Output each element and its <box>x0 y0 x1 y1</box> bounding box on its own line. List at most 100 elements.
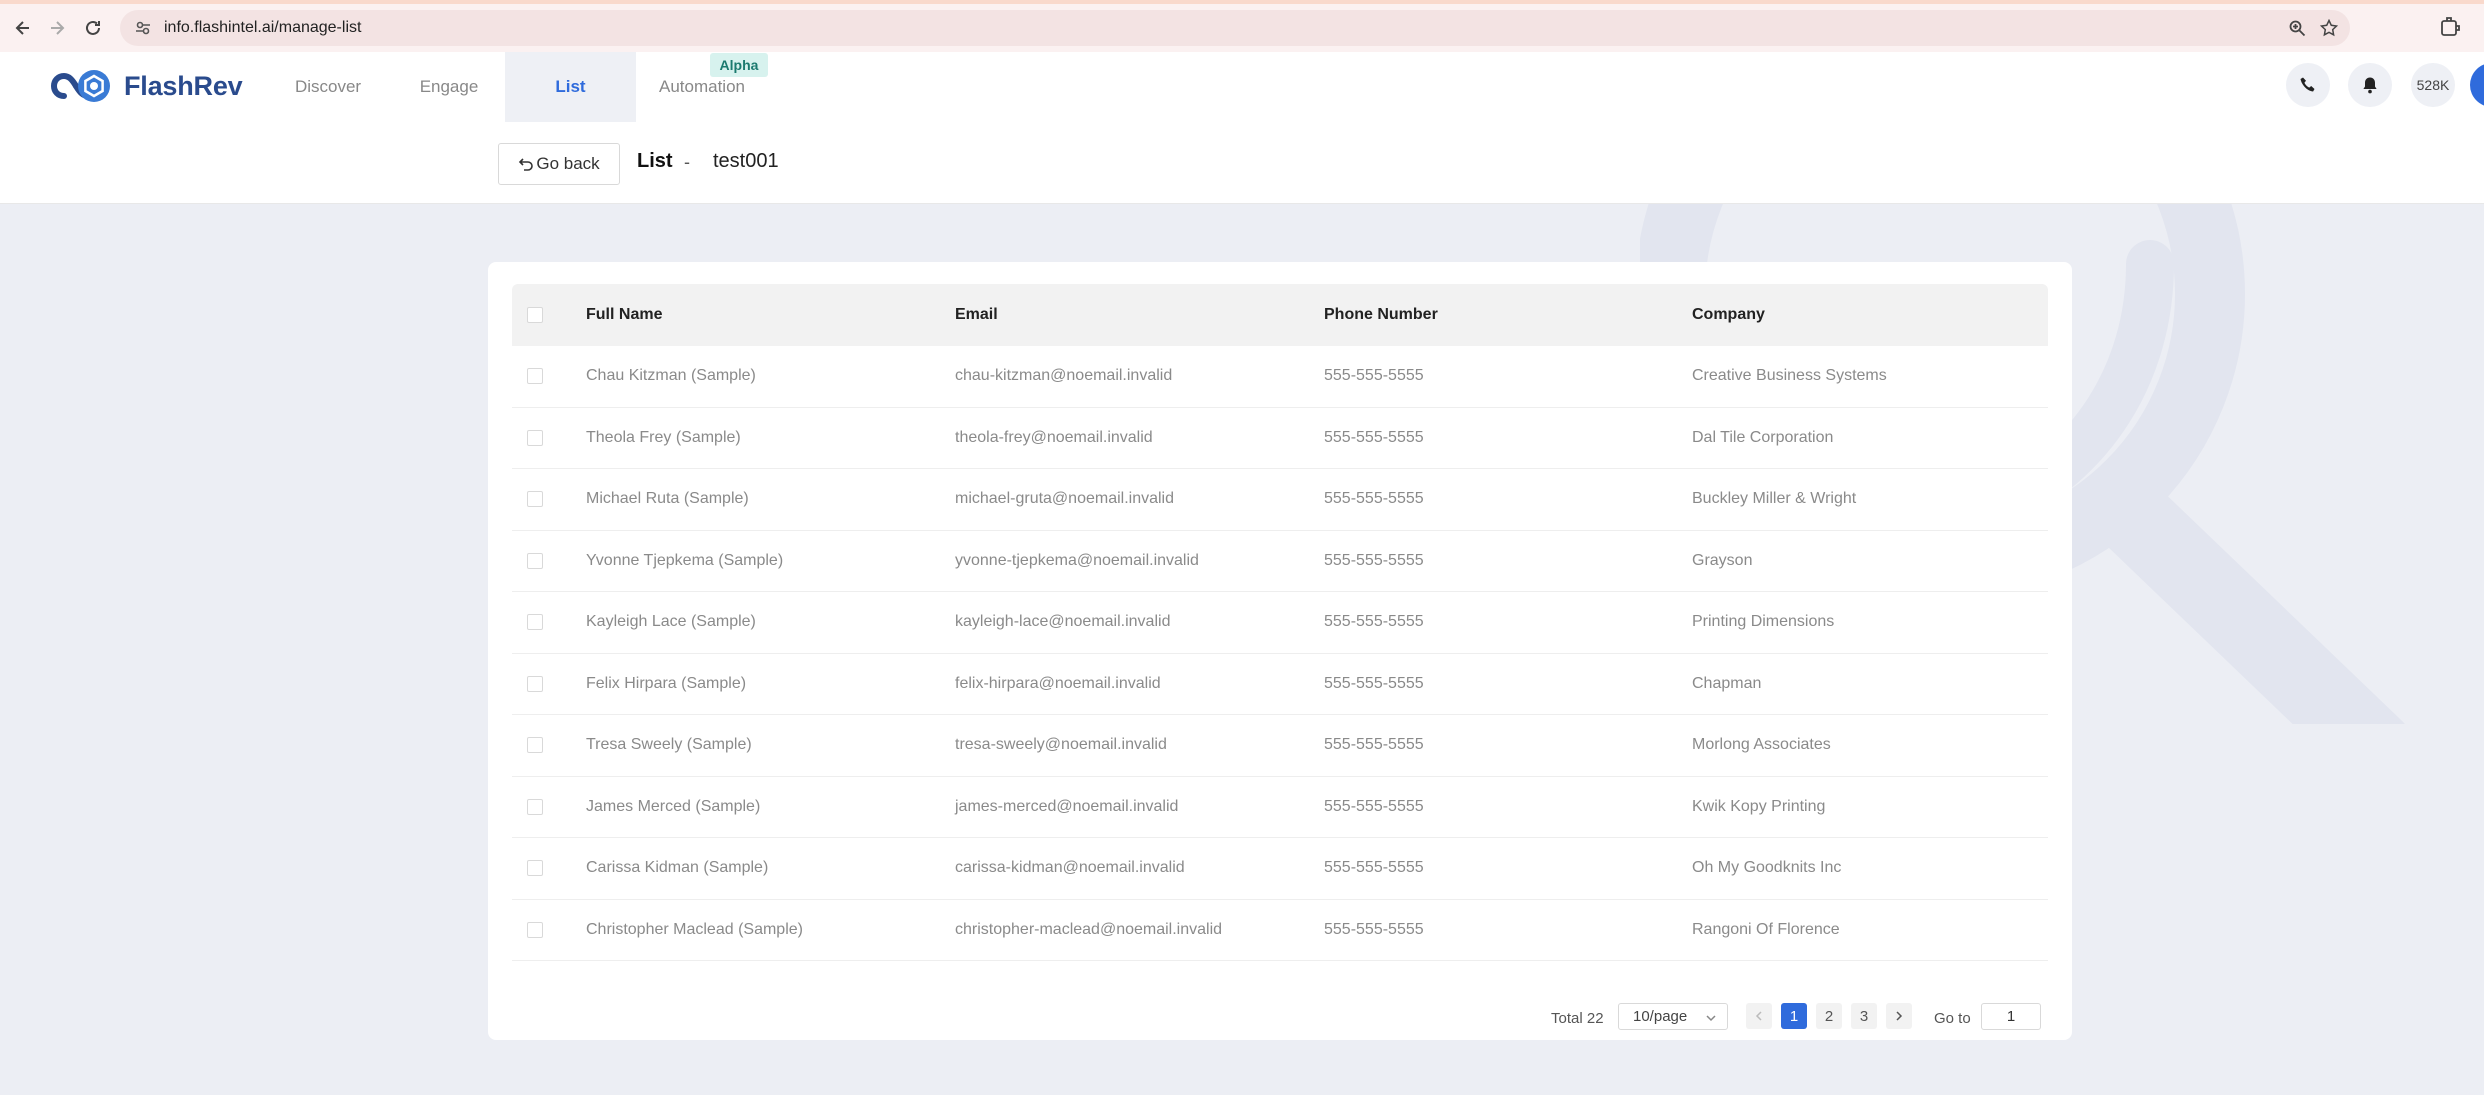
cell-company: Dal Tile Corporation <box>1692 428 1834 446</box>
row-checkbox[interactable] <box>527 491 543 508</box>
row-checkbox[interactable] <box>527 614 543 631</box>
row-checkbox[interactable] <box>527 921 543 938</box>
go-back-label: Go back <box>536 154 600 173</box>
nav-tab-engage[interactable]: Engage <box>410 52 488 122</box>
cell-company: Creative Business Systems <box>1692 367 1887 385</box>
cell-company: Morlong Associates <box>1692 736 1831 754</box>
cell-company: Kwik Kopy Printing <box>1692 797 1826 815</box>
phone-icon <box>2300 77 2315 92</box>
extensions-icon[interactable] <box>2435 14 2463 42</box>
undo-arrow-icon <box>519 158 534 171</box>
alpha-badge: Alpha <box>710 53 768 77</box>
cell-phone: 555-555-5555 <box>1324 736 1424 754</box>
cell-phone: 555-555-5555 <box>1324 613 1424 631</box>
cell-email: kayleigh-lace@noemail.invalid <box>955 613 1171 631</box>
nav-tab-discover[interactable]: Discover <box>286 52 370 122</box>
breadcrumb-section: List <box>637 150 673 172</box>
list-table-card: Full Name Email Phone Number Company Cha… <box>488 262 2072 1040</box>
cell-phone: 555-555-5555 <box>1324 859 1424 877</box>
notifications-button[interactable] <box>2348 63 2392 107</box>
row-checkbox[interactable] <box>527 368 543 385</box>
table-row[interactable]: Chau Kitzman (Sample) chau-kitzman@noema… <box>512 346 2048 408</box>
contacts-table: Full Name Email Phone Number Company Cha… <box>512 284 2048 961</box>
row-checkbox[interactable] <box>527 552 543 569</box>
cell-email: michael-gruta@noemail.invalid <box>955 490 1175 508</box>
flashrev-logo-icon <box>50 70 110 102</box>
zoom-icon[interactable] <box>2288 19 2306 37</box>
table-row[interactable]: Michael Ruta (Sample) michael-gruta@noem… <box>512 469 2048 531</box>
table-header: Full Name Email Phone Number Company <box>512 284 2048 346</box>
back-arrow-icon[interactable] <box>4 9 42 47</box>
row-checkbox[interactable] <box>527 860 543 877</box>
call-button[interactable] <box>2286 63 2330 107</box>
goto-page-input[interactable] <box>1981 1003 2041 1030</box>
nav-tab-list[interactable]: List <box>505 52 636 122</box>
column-header-email[interactable]: Email <box>955 284 998 346</box>
brand-name: FlashRev <box>124 70 243 101</box>
cell-company: Oh My Goodknits Inc <box>1692 859 1842 877</box>
bookmark-star-icon[interactable] <box>2320 19 2338 37</box>
table-row[interactable]: Carissa Kidman (Sample) carissa-kidman@n… <box>512 838 2048 900</box>
cell-email: theola-frey@noemail.invalid <box>955 428 1153 446</box>
cell-full-name: Chau Kitzman (Sample) <box>586 367 756 385</box>
cell-email: james-merced@noemail.invalid <box>955 797 1179 815</box>
table-row[interactable]: Christopher Maclead (Sample) christopher… <box>512 900 2048 961</box>
cell-full-name: Christopher Maclead (Sample) <box>586 920 803 938</box>
brand-logo[interactable]: FlashRev <box>42 62 243 110</box>
cell-full-name: Felix Hirpara (Sample) <box>586 674 747 692</box>
cell-email: tresa-sweely@noemail.invalid <box>955 736 1167 754</box>
cell-email: yvonne-tjepkema@noemail.invalid <box>955 551 1199 569</box>
list-subheader: Go back List - test001 <box>0 122 2484 204</box>
table-row[interactable]: Felix Hirpara (Sample) felix-hirpara@noe… <box>512 654 2048 715</box>
reload-icon[interactable] <box>74 9 112 47</box>
cell-email: carissa-kidman@noemail.invalid <box>955 859 1185 877</box>
table-row[interactable]: Yvonne Tjepkema (Sample) yvonne-tjepkema… <box>512 531 2048 592</box>
page-button-3[interactable]: 3 <box>1851 1003 1877 1029</box>
cell-company: Grayson <box>1692 551 1753 569</box>
breadcrumb-separator: - <box>684 152 690 172</box>
row-checkbox[interactable] <box>527 675 543 692</box>
page-size-value: 10/page <box>1633 1008 1688 1025</box>
select-all-checkbox[interactable] <box>527 307 543 323</box>
cell-full-name: Tresa Sweely (Sample) <box>586 736 752 754</box>
table-row[interactable]: James Merced (Sample) james-merced@noema… <box>512 777 2048 838</box>
app-header: FlashRev Discover Engage List Automation… <box>0 52 2484 122</box>
chevron-down-icon <box>1706 1015 1716 1022</box>
cell-company: Chapman <box>1692 674 1762 692</box>
row-checkbox[interactable] <box>527 429 543 446</box>
avatar[interactable] <box>2470 63 2484 107</box>
column-header-company[interactable]: Company <box>1692 284 1765 346</box>
chevron-left-icon <box>1755 1011 1762 1021</box>
cell-phone: 555-555-5555 <box>1324 551 1424 569</box>
table-row[interactable]: Kayleigh Lace (Sample) kayleigh-lace@noe… <box>512 592 2048 654</box>
site-info-icon[interactable] <box>134 19 152 37</box>
cell-full-name: Carissa Kidman (Sample) <box>586 859 769 877</box>
table-row[interactable]: Tresa Sweely (Sample) tresa-sweely@noema… <box>512 715 2048 777</box>
go-back-button[interactable]: Go back <box>498 143 620 185</box>
cell-company: Rangoni Of Florence <box>1692 920 1840 938</box>
page-size-select[interactable]: 10/page <box>1618 1003 1728 1030</box>
page-button-2[interactable]: 2 <box>1816 1003 1842 1029</box>
goto-label: Go to <box>1934 1010 1971 1027</box>
cell-company: Printing Dimensions <box>1692 613 1835 631</box>
forward-arrow-icon[interactable] <box>38 9 76 47</box>
url-text[interactable]: info.flashintel.ai/manage-list <box>164 19 361 37</box>
credits-badge[interactable]: 528K <box>2411 63 2455 107</box>
cell-full-name: James Merced (Sample) <box>586 797 761 815</box>
cell-email: christopher-maclead@noemail.invalid <box>955 920 1223 938</box>
row-checkbox[interactable] <box>527 737 543 754</box>
column-header-phone-number[interactable]: Phone Number <box>1324 284 1438 346</box>
address-bar[interactable]: info.flashintel.ai/manage-list <box>120 10 2350 46</box>
next-page-button[interactable] <box>1886 1003 1912 1029</box>
table-row[interactable]: Theola Frey (Sample) theola-frey@noemail… <box>512 408 2048 469</box>
cell-phone: 555-555-5555 <box>1324 674 1424 692</box>
column-header-full-name[interactable]: Full Name <box>586 284 662 346</box>
list-name: test001 <box>713 150 779 172</box>
cell-email: felix-hirpara@noemail.invalid <box>955 674 1161 692</box>
cell-phone: 555-555-5555 <box>1324 367 1424 385</box>
row-checkbox[interactable] <box>527 798 543 815</box>
cell-full-name: Yvonne Tjepkema (Sample) <box>586 551 784 569</box>
page-button-1[interactable]: 1 <box>1781 1003 1807 1029</box>
prev-page-button[interactable] <box>1746 1003 1772 1029</box>
bell-icon <box>2363 77 2377 94</box>
